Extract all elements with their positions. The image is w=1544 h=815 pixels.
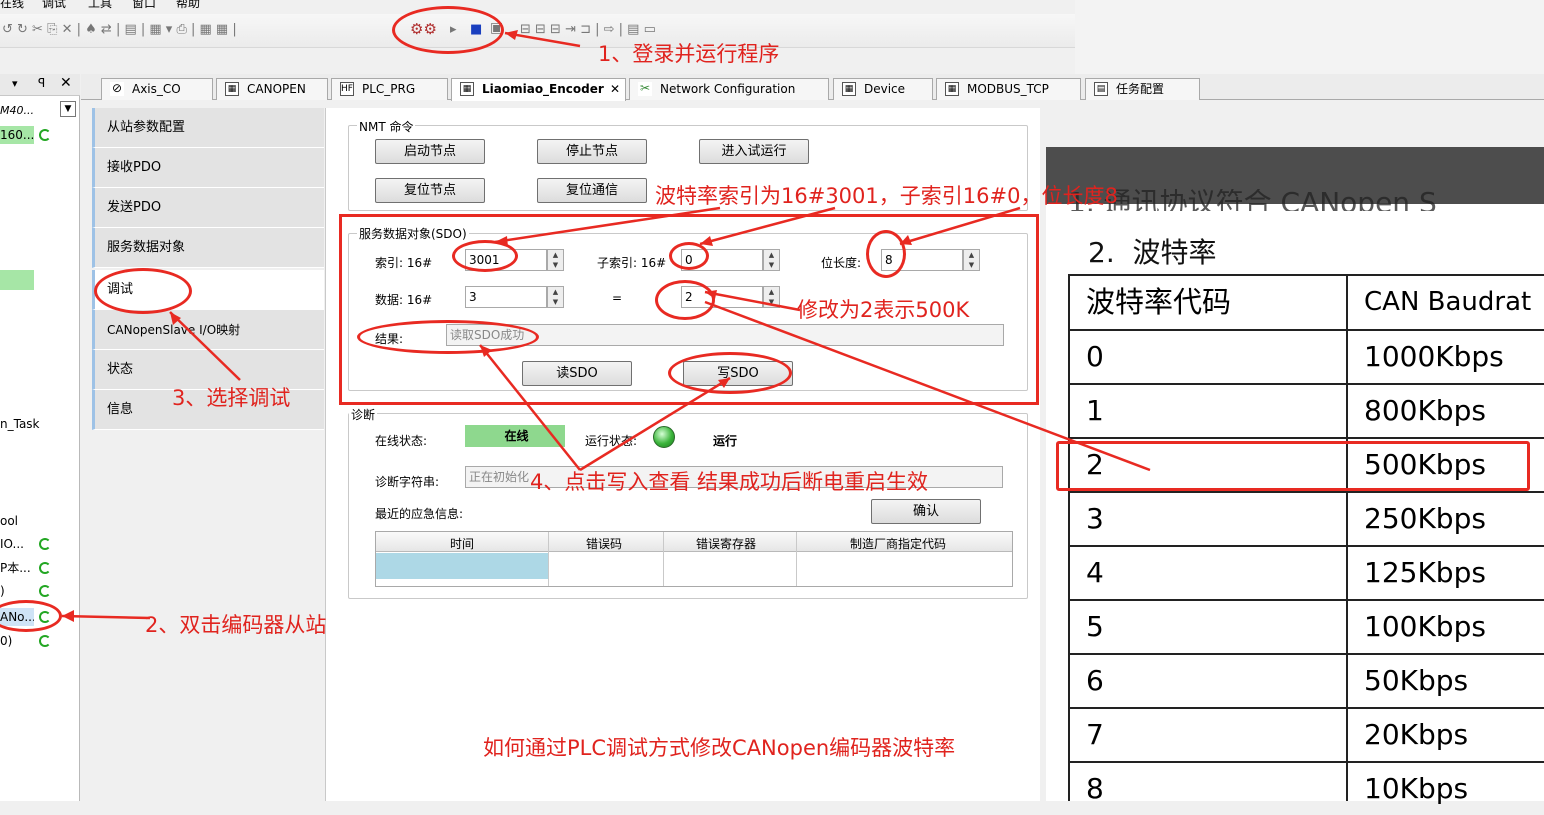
arrowhead: [495, 236, 508, 247]
annotation-arrows: [61, 30, 1151, 622]
arrow-bitlength: [899, 206, 1021, 246]
arrow-index: [494, 206, 721, 244]
arrow-step3: [169, 311, 241, 381]
arrow-step2: [61, 614, 151, 620]
arrowhead: [505, 30, 518, 40]
arrow-write: [579, 376, 731, 472]
arrowhead: [62, 610, 74, 622]
arrow-result: [479, 344, 581, 471]
arrow-500k-link: [704, 300, 1151, 472]
arrow-subindex: [699, 206, 836, 246]
arrowhead: [170, 312, 181, 325]
arrowhead: [480, 345, 492, 357]
